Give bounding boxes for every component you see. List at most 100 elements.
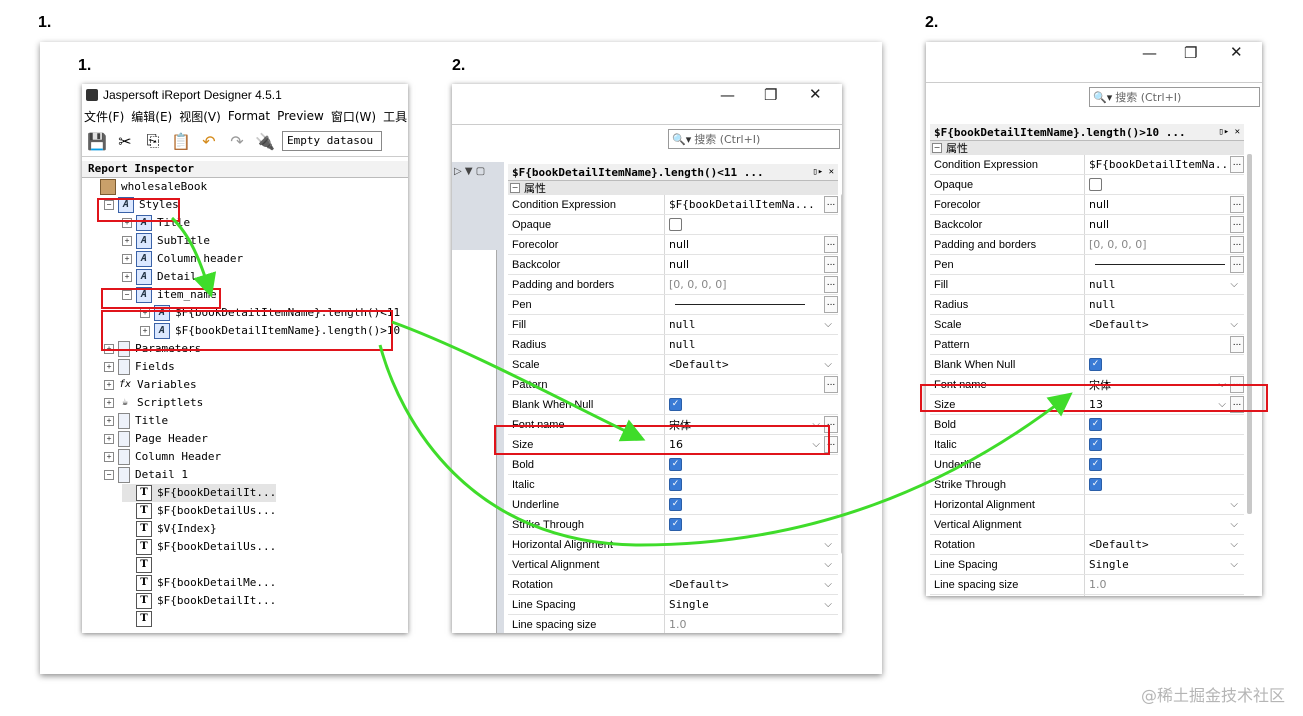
property-row[interactable]: Forecolor null... bbox=[508, 235, 838, 255]
checkbox[interactable]: ✓ bbox=[669, 398, 682, 411]
ellipsis-button[interactable]: ... bbox=[824, 256, 838, 273]
tree-node[interactable]: + Fields bbox=[104, 358, 175, 376]
menu-edit[interactable]: 编辑(E) bbox=[131, 108, 172, 125]
property-value[interactable]: ... bbox=[665, 375, 838, 394]
cut-icon[interactable]: ✂ bbox=[114, 130, 136, 152]
checkbox[interactable]: ✓ bbox=[669, 478, 682, 491]
property-value[interactable]: <Default> ⌵ bbox=[665, 575, 838, 594]
tree-node[interactable]: + A Column header bbox=[122, 250, 243, 268]
expand-icon[interactable]: + bbox=[104, 398, 114, 408]
menu-format[interactable]: Format bbox=[228, 109, 270, 123]
property-value[interactable]: ⌵ bbox=[665, 535, 838, 554]
property-row[interactable]: Condition Expression $F{bookDetailItemNa.… bbox=[930, 155, 1244, 175]
chevron-down-icon[interactable]: ⌵ bbox=[1230, 279, 1238, 290]
property-row[interactable]: Line Spacing Single ⌵ bbox=[508, 595, 838, 615]
property-row[interactable]: Radius null bbox=[508, 335, 838, 355]
tree-node[interactable]: − Detail 1 bbox=[104, 466, 188, 484]
expand-icon[interactable]: + bbox=[104, 380, 114, 390]
property-value[interactable]: ✓ bbox=[1085, 435, 1244, 454]
menu-file[interactable]: 文件(F) bbox=[84, 108, 124, 125]
property-value[interactable]: null ⌵ bbox=[1085, 275, 1244, 294]
property-row[interactable]: Line Spacing Single ⌵ bbox=[930, 555, 1244, 575]
ellipsis-button[interactable]: ... bbox=[1230, 236, 1244, 253]
tree-node[interactable]: T $F{bookDetailIt... bbox=[122, 484, 277, 502]
ellipsis-button[interactable]: ... bbox=[1230, 156, 1244, 173]
property-row[interactable]: Italic ✓ bbox=[508, 475, 838, 495]
chevron-down-icon[interactable]: ⌵ bbox=[824, 539, 832, 550]
property-category[interactable]: − 属性 bbox=[508, 181, 838, 195]
property-row[interactable]: Vertical Alignment ⌵ bbox=[930, 515, 1244, 535]
property-row[interactable]: Pen... bbox=[930, 255, 1244, 275]
property-value[interactable]: null ⌵ bbox=[665, 315, 838, 334]
property-value[interactable] bbox=[665, 215, 838, 234]
property-row[interactable]: Rotation <Default> ⌵ bbox=[508, 575, 838, 595]
property-row[interactable]: Strike Through ✓ bbox=[508, 515, 838, 535]
property-value[interactable]: ✓ bbox=[1085, 475, 1244, 494]
maximize-icon[interactable]: ❐ bbox=[764, 86, 777, 104]
property-row[interactable]: Radius null bbox=[930, 295, 1244, 315]
tree-node[interactable]: + Column Header bbox=[104, 448, 221, 466]
tree-node[interactable]: T bbox=[122, 610, 157, 628]
property-row[interactable]: Strike Through ✓ bbox=[930, 475, 1244, 495]
property-row[interactable]: Italic ✓ bbox=[930, 435, 1244, 455]
tree-node[interactable]: + A SubTitle bbox=[122, 232, 210, 250]
tree-node[interactable]: wholesaleBook bbox=[86, 178, 207, 196]
expand-icon[interactable]: + bbox=[104, 416, 114, 426]
property-value[interactable]: <Default> ⌵ bbox=[1085, 535, 1244, 554]
datasource-icon[interactable]: 🔌 bbox=[254, 130, 276, 152]
property-row[interactable]: Blank When Null ✓ bbox=[508, 395, 838, 415]
ellipsis-button[interactable]: ... bbox=[1230, 256, 1244, 273]
property-row[interactable]: Pattern... bbox=[930, 335, 1244, 355]
property-category[interactable]: − 属性 bbox=[930, 141, 1244, 155]
copy-icon[interactable]: ⎘ bbox=[142, 130, 164, 152]
paste-icon[interactable]: 📋 bbox=[170, 130, 192, 152]
chevron-down-icon[interactable]: ⌵ bbox=[1230, 559, 1238, 570]
property-row[interactable]: Condition Expression $F{bookDetailItemNa.… bbox=[508, 195, 838, 215]
property-value[interactable]: null bbox=[665, 335, 838, 354]
checkbox[interactable]: ✓ bbox=[1089, 438, 1102, 451]
panel-close-icon[interactable]: ▯▸ ✕ bbox=[1218, 127, 1240, 137]
property-row[interactable]: Forecolor null... bbox=[930, 195, 1244, 215]
expand-icon[interactable]: + bbox=[122, 272, 132, 282]
property-value[interactable]: ✓ bbox=[665, 515, 838, 534]
tree-node[interactable]: T $F{bookDetailUs... bbox=[122, 538, 276, 556]
tree-node[interactable]: + Page Header bbox=[104, 430, 208, 448]
checkbox[interactable]: ✓ bbox=[669, 518, 682, 531]
property-value[interactable]: ✓ bbox=[1085, 355, 1244, 374]
property-row[interactable]: Backcolor null... bbox=[930, 215, 1244, 235]
property-value[interactable]: ✓ bbox=[1085, 415, 1244, 434]
search-input[interactable]: 🔍▾ 搜索 (Ctrl+I) bbox=[668, 129, 840, 149]
chevron-down-icon[interactable]: ⌵ bbox=[824, 579, 832, 590]
chevron-down-icon[interactable]: ⌵ bbox=[824, 319, 832, 330]
checkbox[interactable] bbox=[1089, 178, 1102, 191]
property-row[interactable]: Underline ✓ bbox=[508, 495, 838, 515]
property-value[interactable] bbox=[1085, 175, 1244, 194]
property-row[interactable]: Line spacing size 1.0 bbox=[508, 615, 838, 633]
tree-node[interactable]: T $F{bookDetailUs... bbox=[122, 502, 276, 520]
property-value[interactable]: ✓ bbox=[665, 475, 838, 494]
property-value[interactable]: ... bbox=[665, 295, 838, 314]
property-row[interactable]: Underline ✓ bbox=[930, 455, 1244, 475]
property-row[interactable]: Scale <Default> ⌵ bbox=[508, 355, 838, 375]
chevron-down-icon[interactable]: ⌵ bbox=[824, 599, 832, 610]
property-value[interactable]: null... bbox=[665, 255, 838, 274]
expand-icon[interactable]: + bbox=[122, 254, 132, 264]
ellipsis-button[interactable]: ... bbox=[824, 276, 838, 293]
ellipsis-button[interactable]: ... bbox=[1230, 196, 1244, 213]
property-row[interactable]: Blank When Null ✓ bbox=[930, 355, 1244, 375]
property-row[interactable]: Padding and borders [0, 0, 0, 0]... bbox=[930, 235, 1244, 255]
property-row[interactable]: Horizontal Alignment ⌵ bbox=[930, 495, 1244, 515]
property-row[interactable]: Vertical Alignment ⌵ bbox=[508, 555, 838, 575]
ellipsis-button[interactable]: ... bbox=[824, 376, 838, 393]
property-row[interactable]: Line spacing size 1.0 bbox=[930, 575, 1244, 595]
property-row[interactable]: Pattern... bbox=[508, 375, 838, 395]
property-row[interactable]: Bold ✓ bbox=[930, 415, 1244, 435]
property-value[interactable]: 1.0 bbox=[665, 615, 838, 633]
checkbox[interactable]: ✓ bbox=[1089, 418, 1102, 431]
ellipsis-button[interactable]: ... bbox=[824, 296, 838, 313]
tree-node[interactable]: + Title bbox=[104, 412, 168, 430]
chevron-down-icon[interactable]: ⌵ bbox=[1230, 499, 1238, 510]
property-row[interactable]: Horizontal Alignment ⌵ bbox=[508, 535, 838, 555]
property-value[interactable]: <Default> ⌵ bbox=[1085, 315, 1244, 334]
redo-icon[interactable]: ↷ bbox=[226, 130, 248, 152]
